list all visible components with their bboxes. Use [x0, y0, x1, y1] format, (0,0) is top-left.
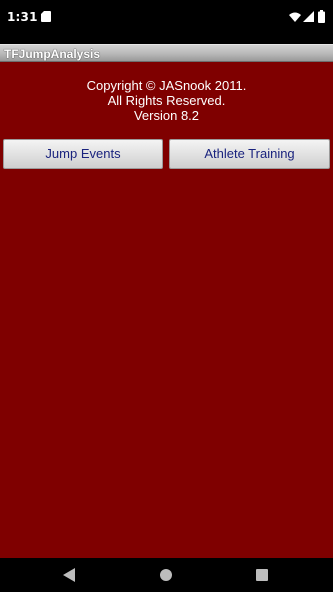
signal-icon	[303, 11, 314, 22]
back-icon[interactable]	[63, 568, 76, 582]
athlete-training-button[interactable]: Athlete Training	[169, 139, 330, 169]
wifi-icon	[289, 12, 301, 22]
jump-events-button[interactable]: Jump Events	[3, 139, 163, 169]
phone-screen: 1:31 TFJumpAnalysis Copyright © JASnook …	[0, 0, 333, 592]
navigation-bar	[0, 558, 333, 592]
status-bar: 1:31	[0, 0, 333, 36]
sd-card-icon	[41, 11, 51, 22]
title-bar: TFJumpAnalysis	[0, 44, 333, 62]
home-icon[interactable]	[160, 569, 172, 581]
copyright-block: Copyright © JASnook 2011. All Rights Res…	[0, 78, 333, 123]
recents-icon[interactable]	[256, 569, 268, 581]
battery-icon	[318, 10, 325, 23]
app-title: TFJumpAnalysis	[4, 47, 101, 61]
version-line: Version 8.2	[133, 108, 200, 123]
main-content: Copyright © JASnook 2011. All Rights Res…	[0, 62, 333, 558]
rights-line: All Rights Reserved.	[107, 93, 226, 108]
copyright-line: Copyright © JASnook 2011.	[86, 78, 247, 93]
status-time: 1:31	[7, 10, 38, 24]
